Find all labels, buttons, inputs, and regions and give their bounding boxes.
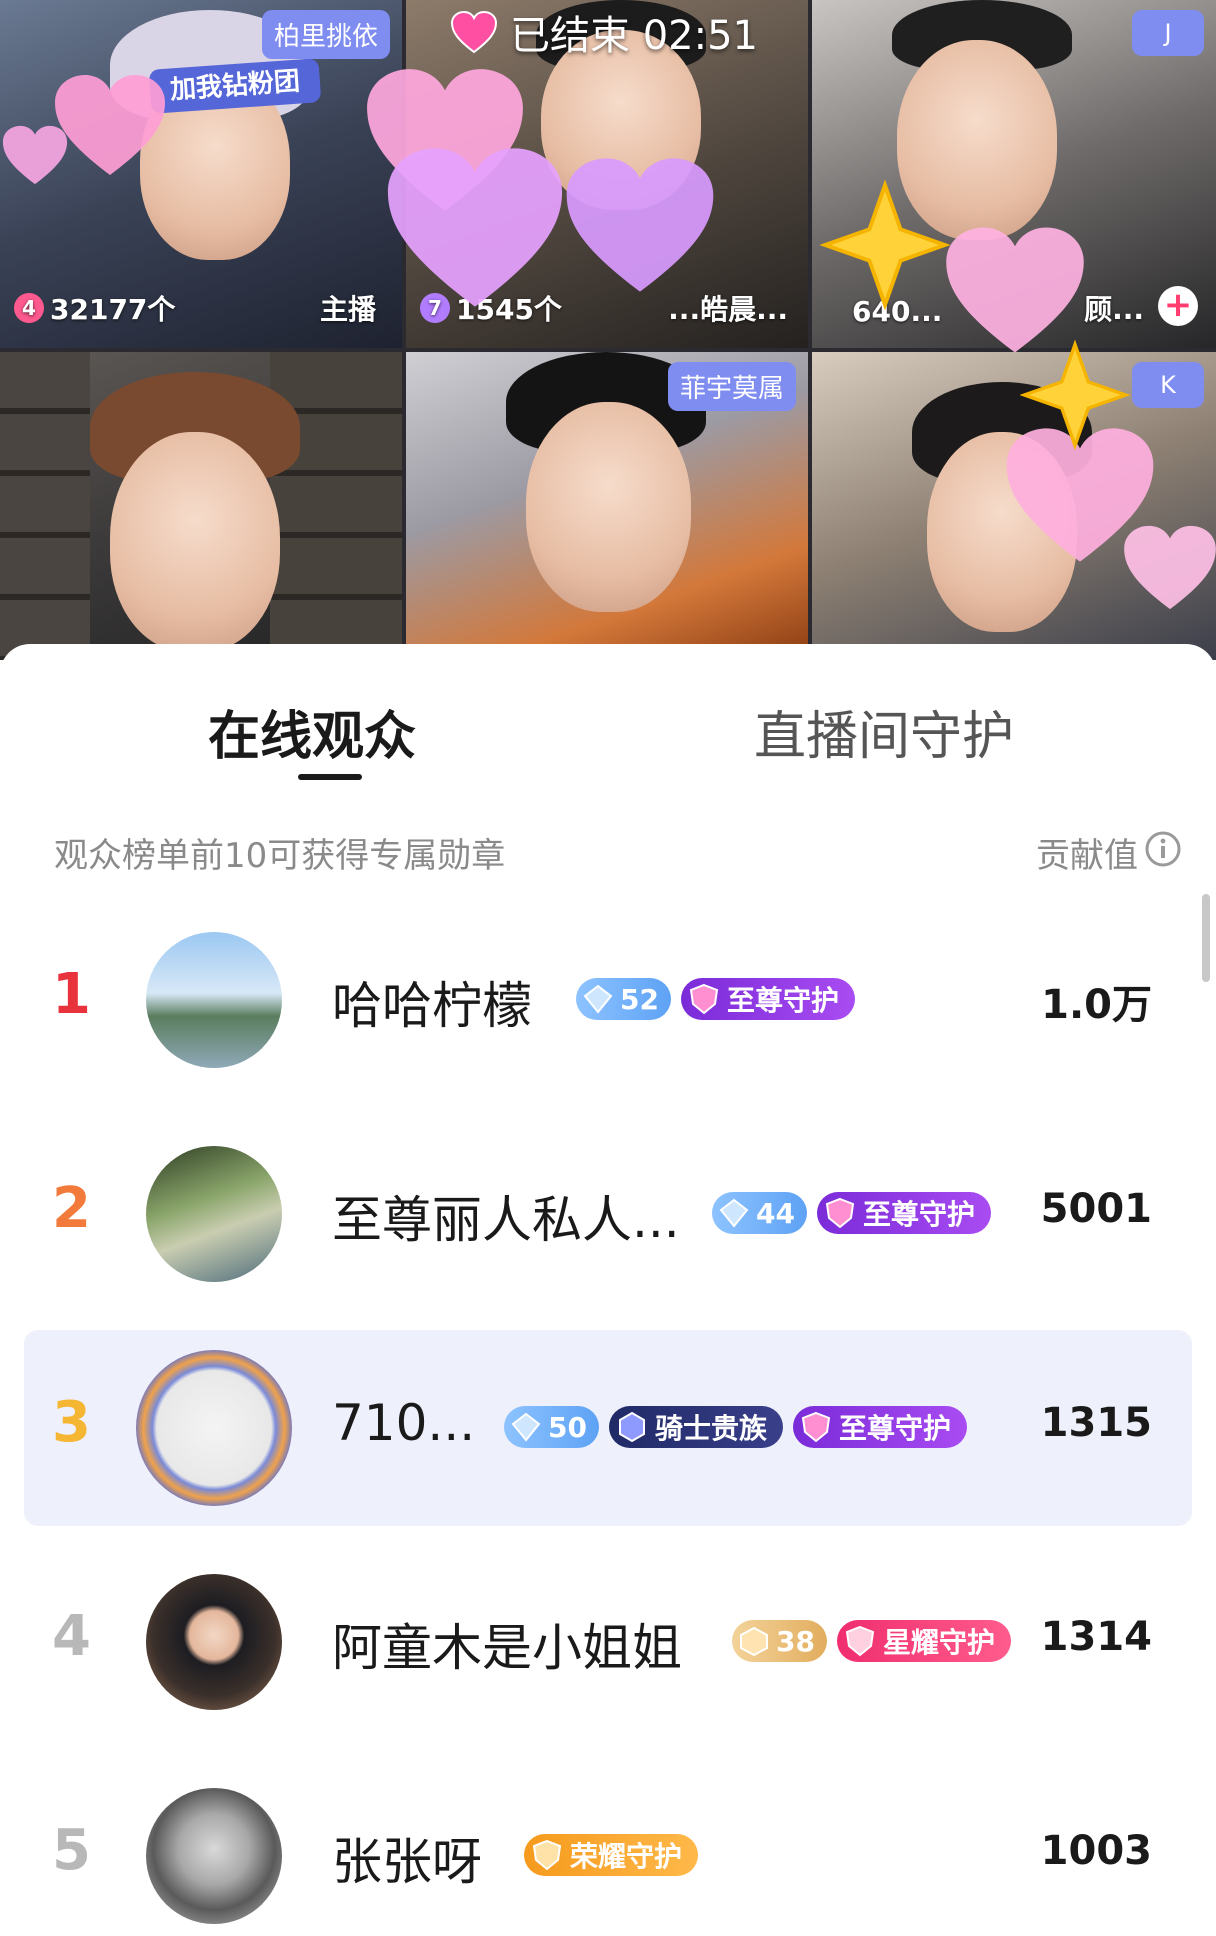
follow-plus-button[interactable]: +	[1158, 286, 1198, 326]
guard-label: 星耀守护	[882, 1626, 995, 1659]
viewer-row[interactable]: 4 阿童木是小姐姐 38 星耀守护 1314	[24, 1544, 1192, 1740]
shield-icon	[845, 1625, 875, 1657]
avatar[interactable]	[146, 1574, 282, 1710]
diamond-icon	[719, 1198, 749, 1228]
hexagon-gem-icon	[618, 1411, 645, 1443]
guard-label: 至尊守护	[726, 984, 839, 1017]
guest-name-label: 顾...	[1084, 293, 1144, 326]
live-status: 已结束 02:51	[450, 4, 758, 60]
viewer-badges: 50 骑士贵族 至尊守护	[504, 1406, 967, 1448]
guard-label: 至尊守护	[838, 1412, 951, 1445]
gift-count-text: 32177个	[50, 293, 176, 326]
floating-heart-icon	[946, 227, 1084, 353]
shelf	[270, 352, 402, 660]
heart-icon	[450, 10, 498, 54]
fan-level: 38	[776, 1624, 815, 1658]
seat-letter-tag: K	[1132, 362, 1204, 408]
gift-count: 4 32177个	[14, 288, 175, 328]
seat-letter-tag: J	[1132, 10, 1204, 56]
viewer-name: 至尊丽人私人...	[332, 1191, 680, 1249]
fan-level-badge: 44	[712, 1192, 807, 1234]
scrollbar[interactable]	[1202, 894, 1210, 982]
avatar[interactable]	[146, 1146, 282, 1282]
guard-label: 荣耀守护	[570, 1840, 683, 1873]
guard-badge: 至尊守护	[816, 1192, 991, 1234]
contribution-score: 1.0万	[1041, 982, 1152, 1028]
guard-badge: 至尊守护	[792, 1406, 967, 1448]
viewer-name: 阿童木是小姐姐	[332, 1619, 682, 1677]
shield-icon	[532, 1839, 562, 1871]
rank-number: 3	[52, 1390, 91, 1455]
contribution-score: 1315	[1040, 1400, 1152, 1446]
diamond-icon	[583, 984, 613, 1014]
viewer-row-current-user[interactable]: 3 710... 50 骑士贵族 至尊守护 1315	[24, 1330, 1192, 1526]
shield-icon	[801, 1411, 831, 1443]
live-ended-timer: 已结束 02:51	[510, 13, 758, 59]
active-tab-indicator	[298, 774, 362, 780]
fan-level-badge: 38	[732, 1620, 827, 1662]
video-tile-guest[interactable]: 菲宇莫属	[406, 352, 808, 660]
tab-online-audience[interactable]: 在线观众	[208, 694, 416, 769]
contribution-score: 5001	[1040, 1186, 1152, 1232]
contribution-score: 1003	[1040, 1828, 1152, 1874]
viewer-name: 张张呀	[332, 1833, 482, 1891]
fan-level: 44	[756, 1196, 795, 1230]
guard-label: 至尊守护	[862, 1198, 975, 1231]
floating-star-icon	[1020, 340, 1130, 450]
rank-number: 5	[52, 1818, 91, 1883]
fan-level-badge: 52	[576, 978, 671, 1020]
avatar[interactable]	[146, 932, 282, 1068]
cube-icon	[740, 1626, 768, 1657]
guard-badge: 星耀守护	[836, 1620, 1011, 1662]
floating-heart-icon	[566, 158, 714, 292]
fan-level-badge: 50	[504, 1406, 599, 1448]
rank-number: 2	[52, 1176, 91, 1241]
host-role-label: 主播	[319, 293, 376, 326]
shelf	[0, 352, 90, 660]
noble-label: 骑士贵族	[654, 1412, 767, 1445]
panel-tabs: 在线观众 直播间守护	[0, 644, 1216, 794]
floating-heart-icon	[387, 148, 563, 307]
avatar[interactable]	[146, 1788, 282, 1924]
shield-icon	[825, 1197, 855, 1229]
fan-level: 50	[548, 1410, 587, 1444]
viewer-badges: 52 至尊守护	[576, 978, 855, 1020]
viewer-name: 710...	[332, 1394, 476, 1452]
viewer-badges: 荣耀守护	[524, 1834, 699, 1876]
viewer-row[interactable]: 1 哈哈柠檬 52 至尊守护 1.0万	[24, 902, 1192, 1098]
streamer-name-tag[interactable]: 菲宇莫属	[667, 362, 796, 411]
streamer-name-tag[interactable]: 柏里挑依	[261, 10, 390, 59]
viewer-badges: 44 至尊守护	[712, 1192, 991, 1234]
contribution-label: 贡献值	[1036, 836, 1138, 876]
face	[526, 402, 691, 612]
avatar-with-frame[interactable]	[136, 1350, 292, 1506]
floating-heart-icon	[1124, 525, 1216, 610]
rank-number: 1	[52, 962, 91, 1027]
face	[110, 432, 280, 652]
floating-star-icon	[820, 180, 950, 310]
contribution-score: 1314	[1040, 1614, 1152, 1660]
audience-panel: 在线观众 直播间守护 观众榜单前10可获得专属勋章 贡献值 1 哈哈柠檬 52 …	[0, 644, 1216, 1936]
video-tile-guest[interactable]	[0, 352, 402, 660]
noble-badge: 骑士贵族	[608, 1406, 783, 1448]
fan-level: 52	[620, 982, 659, 1016]
rank-dot: 4	[14, 293, 44, 323]
info-icon[interactable]	[1144, 830, 1182, 868]
viewer-row[interactable]: 2 至尊丽人私人... 44 至尊守护 5001	[24, 1116, 1192, 1312]
viewer-row[interactable]: 5 张张呀 荣耀守护 1003	[24, 1758, 1192, 1936]
floating-heart-icon	[2, 125, 68, 185]
diamond-icon	[511, 1412, 541, 1442]
viewer-badges: 38 星耀守护	[732, 1620, 1011, 1662]
guard-badge: 荣耀守护	[524, 1834, 699, 1876]
shield-icon	[689, 983, 719, 1015]
tab-room-guardians[interactable]: 直播间守护	[754, 694, 1014, 769]
guard-badge: 至尊守护	[680, 978, 855, 1020]
live-video-grid: 加我钻粉团 柏里挑依 4 32177个 主播 7 1545个 ...皓晨... …	[0, 0, 1216, 660]
ranking-hint: 观众榜单前10可获得专属勋章	[54, 836, 506, 876]
viewer-name: 哈哈柠檬	[332, 977, 532, 1035]
rank-number: 4	[52, 1604, 91, 1669]
